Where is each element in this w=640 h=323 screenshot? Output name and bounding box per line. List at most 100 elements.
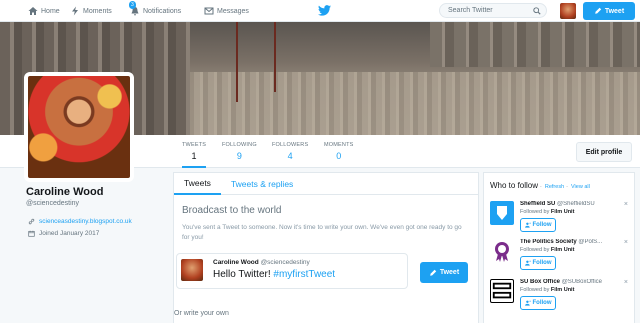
avatar-photo <box>28 76 130 178</box>
suggestion-handle: @PolS... <box>578 239 603 245</box>
account-avatar[interactable] <box>560 3 576 19</box>
followed-by-name[interactable]: Film Unit <box>551 247 575 253</box>
suggestion-avatar[interactable] <box>490 239 514 263</box>
search-placeholder: Search Twitter <box>448 7 493 14</box>
follow-label: Follow <box>532 260 552 266</box>
header-flagpole <box>236 22 238 102</box>
follow-button[interactable]: Follow <box>520 296 556 310</box>
rosette-icon <box>495 242 509 262</box>
profile-name[interactable]: Caroline Wood <box>26 186 103 198</box>
or-write-your-own: Or write your own <box>174 310 229 317</box>
compose-tweet-button[interactable]: Tweet <box>583 2 635 20</box>
edit-profile-button[interactable]: Edit profile <box>576 142 632 162</box>
send-suggested-tweet-button[interactable]: Tweet <box>420 262 468 283</box>
stat-label: MOMENTS <box>324 142 354 148</box>
dismiss-icon[interactable]: × <box>624 239 628 246</box>
refresh-link[interactable]: Refresh <box>545 184 564 190</box>
nav-notifications[interactable]: 3 Notifications <box>129 1 182 18</box>
stat-moments[interactable]: MOMENTS 0 <box>324 142 354 161</box>
stat-label: FOLLOWERS <box>272 142 309 148</box>
profile-joined-text: Joined January 2017 <box>39 230 100 237</box>
nav-moments[interactable]: Moments <box>70 4 112 18</box>
suggestion-name[interactable]: Sheffield SU @SheffieldSU <box>520 201 618 207</box>
shield-icon <box>497 206 507 220</box>
card-hashtag[interactable]: #myfirstTweet <box>273 269 335 280</box>
who-to-follow-title: Who to follow <box>490 181 539 190</box>
stat-label: FOLLOWING <box>222 142 257 148</box>
follow-button[interactable]: Follow <box>520 256 556 270</box>
suggestion-display-name: The Politics Society <box>520 239 577 245</box>
follow-label: Follow <box>532 222 552 228</box>
suggestion-name[interactable]: The Politics Society @PolS... <box>520 239 618 245</box>
separator-dot: · <box>566 184 568 190</box>
followed-by-name[interactable]: Film Unit <box>551 287 575 293</box>
followed-by-prefix: Followed by <box>520 287 550 293</box>
nav-notifications-label: Notifications <box>143 7 182 15</box>
followed-by-name[interactable]: Film Unit <box>551 209 575 215</box>
search-input[interactable]: Search Twitter <box>439 3 547 18</box>
card-author-handle: @sciencedestiny <box>260 259 310 266</box>
link-icon <box>28 218 35 225</box>
nav-moments-label: Moments <box>83 7 112 15</box>
stat-value: 9 <box>236 151 242 161</box>
suggestion-followed-by: Followed by Film Unit <box>520 209 574 215</box>
separator-dot: · <box>540 184 542 190</box>
suggestion-name[interactable]: SU Box Office @SUBoxOffice <box>520 279 618 285</box>
stat-value: 0 <box>336 151 342 161</box>
compose-icon <box>430 269 437 276</box>
suggestion-followed-by: Followed by Film Unit <box>520 247 574 253</box>
twitter-bird-icon[interactable] <box>318 5 331 16</box>
follow-label: Follow <box>532 300 552 306</box>
suggestion-avatar[interactable] <box>490 279 514 303</box>
empty-state-heading: Broadcast to the world <box>182 205 282 216</box>
profile-website[interactable]: scienceasdestiny.blogspot.co.uk <box>28 218 132 225</box>
profile-website-text[interactable]: scienceasdestiny.blogspot.co.uk <box>39 218 132 225</box>
notification-count-badge: 3 <box>129 1 136 9</box>
card-author-name: Caroline Wood <box>213 259 259 266</box>
add-user-icon <box>524 260 531 266</box>
nav-home-label: Home <box>41 7 60 15</box>
stat-tweets[interactable]: TWEETS 1 <box>182 142 207 168</box>
stat-label: TWEETS <box>182 142 207 148</box>
timeline-tabs: Tweets Tweets & replies <box>174 173 478 195</box>
card-text-main: Hello Twitter! <box>213 269 271 280</box>
nav-messages[interactable]: Messages <box>204 4 249 18</box>
view-all-link[interactable]: View all <box>571 184 590 190</box>
followed-by-prefix: Followed by <box>520 247 550 253</box>
tab-tweets[interactable]: Tweets <box>174 173 221 195</box>
tab-tweets-replies[interactable]: Tweets & replies <box>221 173 303 195</box>
follow-suggestion: SU Box Office @SUBoxOffice Followed by F… <box>490 279 630 323</box>
profile-handle[interactable]: @sciencedestiny <box>26 200 79 207</box>
envelope-icon <box>204 7 214 15</box>
stat-followers[interactable]: FOLLOWERS 4 <box>272 142 308 161</box>
header-building-right <box>430 22 640 67</box>
home-icon <box>28 7 38 15</box>
dismiss-icon[interactable]: × <box>624 279 628 286</box>
who-to-follow-panel: Who to follow · Refresh · View all Sheff… <box>483 172 635 323</box>
stat-following[interactable]: FOLLOWING 9 <box>222 142 257 161</box>
suggestion-handle: @SUBoxOffice <box>561 279 603 285</box>
box-office-logo-icon <box>492 282 512 299</box>
dismiss-icon[interactable]: × <box>624 201 628 208</box>
add-user-icon <box>524 222 531 228</box>
suggestion-followed-by: Followed by Film Unit <box>520 287 574 293</box>
compose-icon <box>595 7 602 14</box>
profile-avatar[interactable] <box>24 72 134 182</box>
stat-value: 1 <box>191 151 197 161</box>
card-author: Caroline Wood @sciencedestiny <box>213 259 310 266</box>
stat-value: 4 <box>287 151 293 161</box>
follow-button[interactable]: Follow <box>520 218 556 232</box>
timeline-panel: Tweets Tweets & replies Broadcast to the… <box>173 172 479 323</box>
add-user-icon <box>524 300 531 306</box>
send-tweet-label: Tweet <box>439 269 460 276</box>
card-tweet-text: Hello Twitter! #myfirstTweet <box>213 269 335 280</box>
suggestion-display-name: Sheffield SU <box>520 201 556 207</box>
calendar-icon <box>28 230 35 237</box>
nav-home[interactable]: Home <box>28 4 60 18</box>
empty-state-description: You've sent a Tweet to someone. Now it's… <box>182 224 462 241</box>
suggestion-avatar[interactable] <box>490 201 514 225</box>
nav-messages-label: Messages <box>217 7 249 15</box>
lightning-icon <box>72 6 78 16</box>
suggestion-handle: @SheffieldSU <box>557 201 595 207</box>
search-icon[interactable] <box>533 7 541 15</box>
